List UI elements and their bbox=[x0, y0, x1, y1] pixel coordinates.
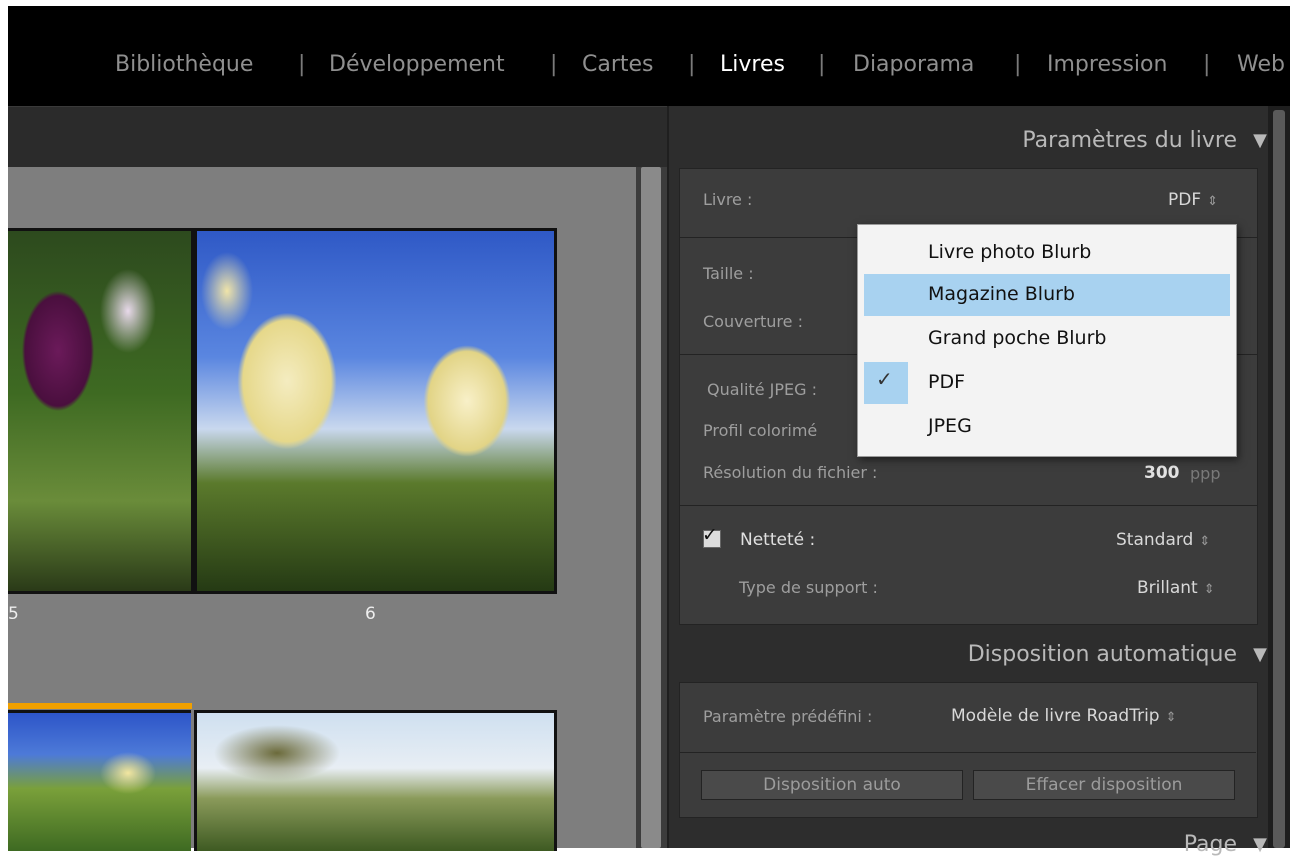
cover-label: Couverture : bbox=[703, 312, 803, 331]
page-header[interactable]: Page bbox=[1184, 832, 1237, 857]
resolution-value[interactable]: 300 bbox=[1144, 463, 1180, 483]
page-photo-village[interactable] bbox=[194, 710, 557, 851]
dropdown-option-blurb-photo-book[interactable]: Livre photo Blurb bbox=[858, 232, 1236, 274]
book-type-select[interactable]: PDF ⇕ bbox=[1168, 190, 1218, 210]
updown-arrows-icon: ⇕ bbox=[1199, 534, 1211, 549]
sharpening-section bbox=[679, 505, 1258, 625]
preset-select[interactable]: Modèle de livre RoadTrip ⇕ bbox=[951, 706, 1177, 726]
module-slideshow[interactable]: Diaporama bbox=[853, 52, 974, 77]
book-type-label: Livre : bbox=[703, 190, 753, 209]
updown-arrows-icon: ⇕ bbox=[1207, 194, 1219, 209]
book-settings-header[interactable]: Paramètres du livre bbox=[1022, 128, 1237, 153]
media-type-select[interactable]: Brillant ⇕ bbox=[1137, 578, 1215, 598]
module-separator: | bbox=[688, 52, 696, 77]
module-web[interactable]: Web bbox=[1237, 52, 1285, 77]
module-develop[interactable]: Développement bbox=[329, 52, 505, 77]
color-profile-label: Profil colorimé bbox=[703, 421, 818, 440]
center-toolbar bbox=[8, 106, 667, 167]
clear-layout-button[interactable]: Effacer disposition bbox=[973, 770, 1235, 800]
page-photo-garden[interactable] bbox=[8, 710, 191, 851]
page-number: 6 bbox=[365, 604, 376, 624]
module-separator: | bbox=[298, 52, 306, 77]
module-library[interactable]: Bibliothèque bbox=[115, 52, 253, 77]
preset-label: Paramètre prédéfini : bbox=[703, 707, 873, 726]
module-separator: | bbox=[1203, 52, 1211, 77]
updown-arrows-icon: ⇕ bbox=[1203, 582, 1215, 597]
module-picker: Bibliothèque | Développement | Cartes | … bbox=[8, 6, 1290, 106]
triangle-down-icon[interactable]: ▼ bbox=[1253, 130, 1267, 151]
module-map[interactable]: Cartes bbox=[582, 52, 654, 77]
active-page-indicator bbox=[8, 703, 192, 709]
page-photo-iris-purple[interactable] bbox=[8, 228, 194, 594]
triangle-down-icon[interactable]: ▼ bbox=[1253, 834, 1267, 855]
resolution-unit: ppp bbox=[1190, 464, 1221, 483]
module-separator: | bbox=[818, 52, 826, 77]
module-book[interactable]: Livres bbox=[720, 52, 785, 77]
sharpening-label: Netteté : bbox=[740, 530, 816, 550]
auto-layout-button[interactable]: Disposition auto bbox=[701, 770, 963, 800]
dropdown-option-blurb-trade[interactable]: Grand poche Blurb bbox=[858, 318, 1236, 360]
book-type-dropdown: Livre photo Blurb Magazine Blurb Grand p… bbox=[857, 224, 1237, 457]
panel-scrollbar-thumb[interactable] bbox=[1273, 110, 1285, 848]
auto-layout-header[interactable]: Disposition automatique bbox=[968, 642, 1237, 667]
dropdown-option-pdf[interactable]: PDF bbox=[858, 362, 1236, 404]
size-label: Taille : bbox=[703, 264, 754, 283]
page-photo-iris-yellow[interactable] bbox=[194, 228, 557, 594]
canvas-scrollbar-thumb[interactable] bbox=[641, 167, 661, 848]
dropdown-option-blurb-magazine[interactable]: Magazine Blurb bbox=[864, 274, 1230, 316]
media-type-label: Type de support : bbox=[739, 578, 878, 597]
triangle-down-icon[interactable]: ▼ bbox=[1253, 644, 1267, 665]
page-number: 5 bbox=[8, 604, 19, 624]
updown-arrows-icon: ⇕ bbox=[1165, 710, 1177, 725]
jpeg-quality-label: Qualité JPEG : bbox=[707, 380, 817, 399]
dropdown-option-jpeg[interactable]: JPEG bbox=[858, 406, 1236, 448]
module-separator: | bbox=[1014, 52, 1022, 77]
module-separator: | bbox=[550, 52, 558, 77]
resolution-label: Résolution du fichier : bbox=[703, 463, 878, 482]
sharpening-select[interactable]: Standard ⇕ bbox=[1116, 530, 1210, 550]
module-print[interactable]: Impression bbox=[1047, 52, 1167, 77]
section-divider bbox=[679, 752, 1256, 753]
checkmark-icon: ✓ bbox=[702, 524, 718, 546]
